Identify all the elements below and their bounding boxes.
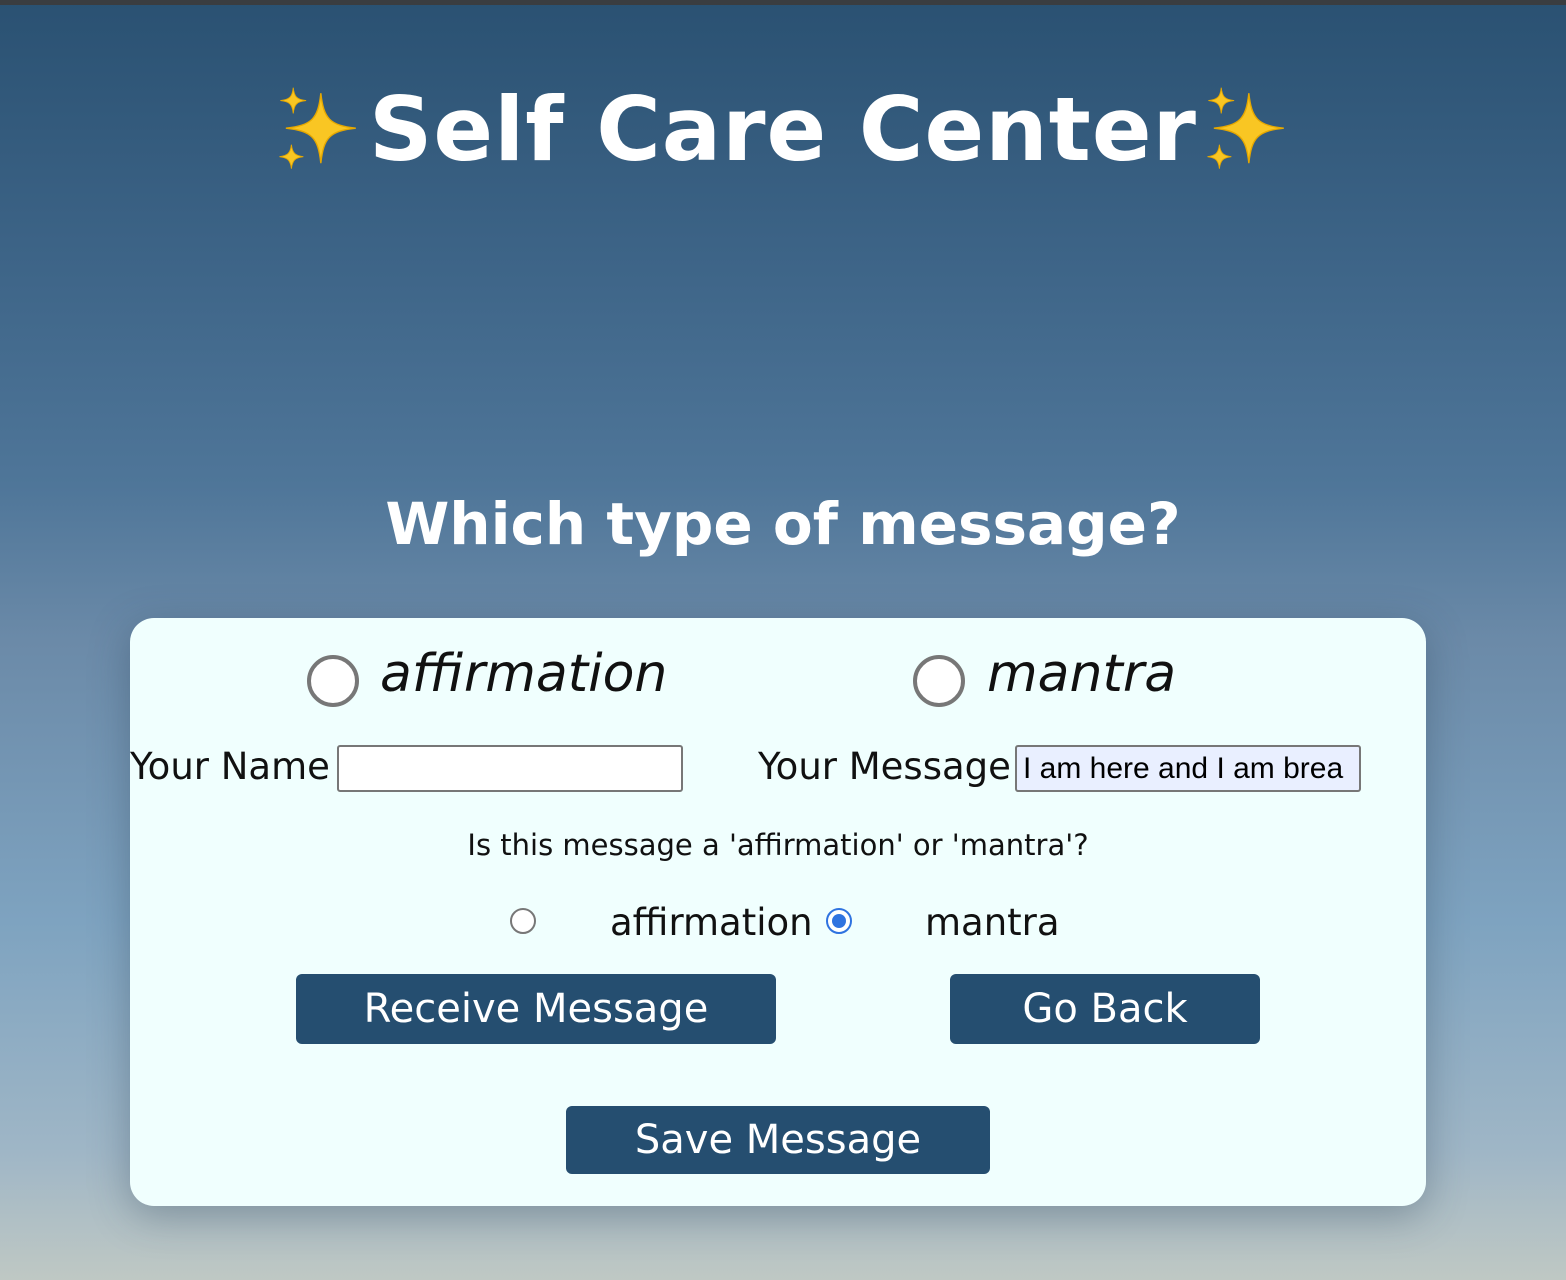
sparkles-icon: [273, 84, 365, 176]
save-message-button[interactable]: Save Message: [566, 1106, 990, 1174]
type-affirmation-radio[interactable]: [510, 908, 536, 934]
your-name-label: Your Name: [130, 745, 330, 788]
name-input[interactable]: [337, 745, 683, 792]
window-top-border: [0, 0, 1566, 5]
type-mantra-label[interactable]: mantra: [925, 904, 1060, 941]
sparkles-icon: [1201, 84, 1293, 176]
mantra-radio-label[interactable]: mantra: [987, 648, 1176, 700]
section-heading: Which type of message?: [385, 490, 1181, 558]
type-affirmation-label[interactable]: affirmation: [610, 904, 813, 941]
type-mantra-radio[interactable]: [826, 908, 852, 934]
affirmation-radio-label[interactable]: affirmation: [380, 648, 667, 700]
message-input[interactable]: I am here and I am brea: [1015, 745, 1361, 792]
mantra-radio[interactable]: [913, 655, 965, 707]
receive-message-button[interactable]: Receive Message: [296, 974, 776, 1044]
page-title: Self Care Center: [0, 78, 1566, 181]
your-message-label: Your Message: [758, 745, 1011, 788]
affirmation-radio[interactable]: [307, 655, 359, 707]
message-type-question: Is this message a 'affirmation' or 'mant…: [467, 828, 1089, 862]
page-title-text: Self Care Center: [369, 78, 1197, 181]
go-back-button[interactable]: Go Back: [950, 974, 1260, 1044]
message-card: affirmation mantra Your Name Your Messag…: [130, 618, 1426, 1206]
